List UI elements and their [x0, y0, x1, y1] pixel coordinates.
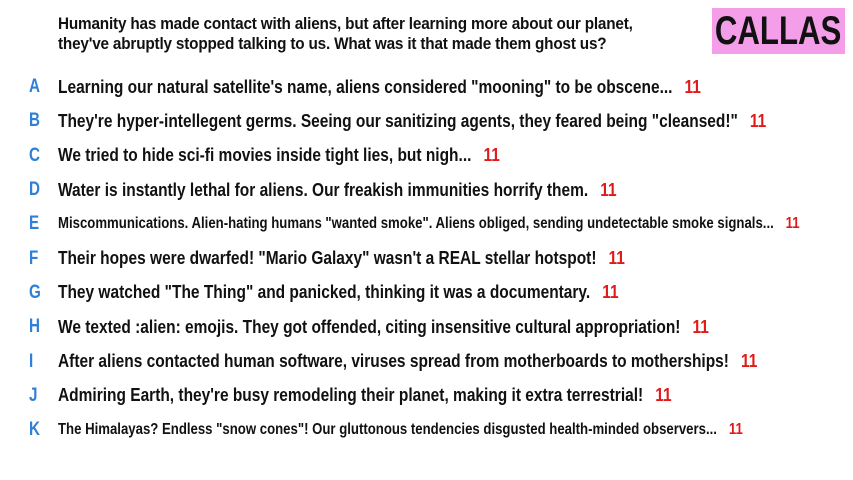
answer-line: Water is instantly lethal for aliens. Ou…	[58, 180, 617, 201]
answer-row-k: K The Himalayas? Endless "snow cones"! O…	[0, 413, 853, 447]
answer-letter: D	[29, 179, 40, 201]
answer-score: 11	[740, 351, 758, 372]
answer-line: Learning our natural satellite's name, a…	[58, 77, 701, 98]
answer-row-h: H We texted :alien: emojis. They got off…	[0, 310, 853, 344]
answer-letter: E	[29, 213, 40, 235]
answer-line: We texted :alien: emojis. They got offen…	[58, 317, 709, 338]
answer-row-d: D Water is instantly lethal for aliens. …	[0, 173, 853, 207]
answer-line: Miscommunications. Alien-hating humans "…	[58, 215, 800, 233]
logo-text: CALLAS	[715, 8, 842, 53]
answer-text: Water is instantly lethal for aliens. Ou…	[58, 179, 589, 200]
answer-letter: B	[29, 110, 40, 132]
answer-text: We texted :alien: emojis. They got offen…	[58, 316, 681, 337]
answer-score: 11	[749, 110, 767, 131]
answer-letter: H	[29, 316, 40, 338]
answer-letter: G	[29, 281, 41, 303]
answer-score: 11	[785, 215, 800, 233]
answer-letter: A	[29, 76, 40, 98]
answer-text: They watched "The Thing" and panicked, t…	[58, 282, 591, 303]
prompt-line-1: Humanity has made contact with aliens, b…	[58, 14, 633, 33]
answer-letter: K	[29, 419, 40, 441]
answer-score: 11	[655, 385, 672, 406]
answer-line: Their hopes were dwarfed! "Mario Galaxy"…	[58, 248, 625, 269]
answer-line: They watched "The Thing" and panicked, t…	[58, 282, 619, 303]
prompt: Humanity has made contact with aliens, b…	[58, 14, 634, 54]
answer-score: 11	[684, 76, 701, 97]
answer-score: 11	[483, 145, 500, 166]
answer-text: We tried to hide sci-fi movies inside ti…	[58, 145, 472, 166]
prompt-line-2: they've abruptly stopped talking to us. …	[58, 34, 607, 53]
answer-row-e: E Miscommunications. Alien-hating humans…	[0, 207, 853, 241]
answer-line: We tried to hide sci-fi movies inside ti…	[58, 145, 500, 166]
answer-row-j: J Admiring Earth, they're busy remodelin…	[0, 379, 853, 413]
answer-letter: I	[29, 350, 34, 372]
answer-score: 11	[608, 248, 625, 269]
answer-letter: F	[29, 247, 39, 269]
answer-row-g: G They watched "The Thing" and panicked,…	[0, 276, 853, 310]
answer-list: A Learning our natural satellite's name,…	[0, 70, 853, 447]
answer-line: The Himalayas? Endless "snow cones"! Our…	[58, 421, 743, 439]
answer-text: They're hyper-intellegent germs. Seeing …	[58, 110, 738, 131]
answer-score: 11	[600, 179, 617, 200]
answer-row-c: C We tried to hide sci-fi movies inside …	[0, 139, 853, 173]
answer-line: After aliens contacted human software, v…	[58, 351, 757, 372]
callas-logo: CALLAS	[712, 8, 845, 54]
answer-line: They're hyper-intellegent germs. Seeing …	[58, 111, 766, 132]
answer-score: 11	[728, 421, 743, 439]
answer-row-i: I After aliens contacted human software,…	[0, 344, 853, 378]
answer-line: Admiring Earth, they're busy remodeling …	[58, 385, 672, 406]
answer-letter: J	[29, 384, 38, 406]
answer-row-a: A Learning our natural satellite's name,…	[0, 70, 853, 104]
answer-score: 11	[692, 316, 709, 337]
answer-row-b: B They're hyper-intellegent germs. Seein…	[0, 104, 853, 138]
answer-text: After aliens contacted human software, v…	[58, 351, 729, 372]
answer-text: Their hopes were dwarfed! "Mario Galaxy"…	[58, 248, 597, 269]
answer-letter: C	[29, 144, 40, 166]
answer-text: The Himalayas? Endless "snow cones"! Our…	[58, 421, 717, 439]
answer-text: Miscommunications. Alien-hating humans "…	[58, 215, 774, 233]
answer-text: Admiring Earth, they're busy remodeling …	[58, 385, 644, 406]
answer-row-f: F Their hopes were dwarfed! "Mario Galax…	[0, 241, 853, 275]
answer-score: 11	[602, 282, 619, 303]
answer-text: Learning our natural satellite's name, a…	[58, 76, 673, 97]
